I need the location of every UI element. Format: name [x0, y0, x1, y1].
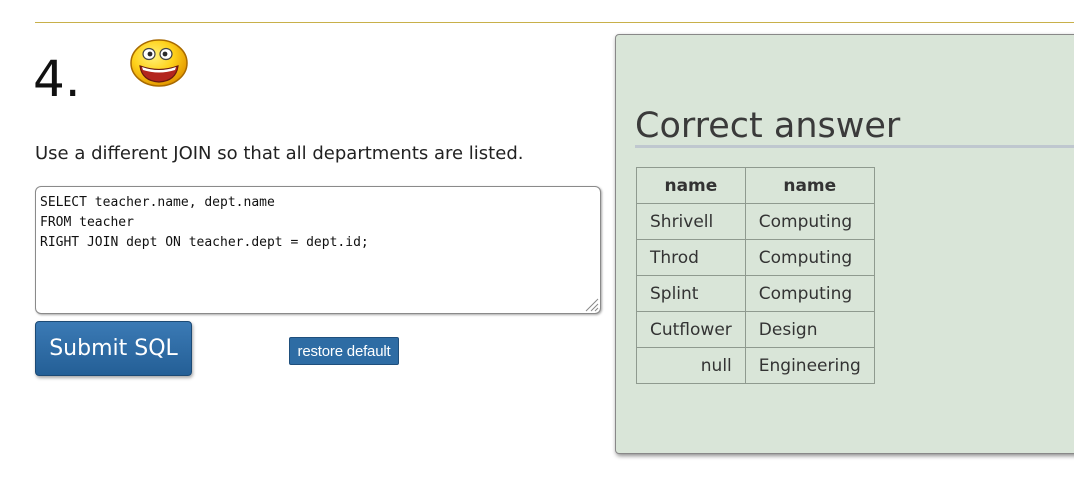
top-divider [35, 22, 1074, 23]
table-cell: Design [744, 311, 875, 348]
table-row: Splint Computing [636, 275, 875, 312]
table-cell: Cutflower [636, 311, 746, 348]
column-header: name [744, 167, 875, 204]
table-cell: Shrivell [636, 203, 746, 240]
table-cell: Computing [744, 239, 875, 276]
table-header-row: name name [636, 167, 875, 204]
table-cell: null [636, 347, 746, 384]
resize-grip-icon[interactable] [583, 296, 599, 312]
table-cell: Throd [636, 239, 746, 276]
submit-sql-button[interactable]: Submit SQL [35, 321, 192, 376]
table-row: Cutflower Design [636, 311, 875, 348]
table-cell: Computing [744, 275, 875, 312]
question-text: Use a different JOIN so that all departm… [35, 143, 524, 164]
column-header: name [636, 167, 746, 204]
sql-editor[interactable] [35, 186, 601, 314]
restore-default-button[interactable]: restore default [289, 337, 399, 365]
correct-answer-panel: Correct answer name name Shrivell Comput… [615, 34, 1074, 454]
question-number: 4. [33, 50, 81, 108]
answer-title: Correct answer [635, 106, 901, 146]
answer-title-divider [635, 145, 1074, 148]
page: 4. Use a different JOIN so that all depa… [0, 0, 1074, 500]
table-row: Throd Computing [636, 239, 875, 276]
table-row: Shrivell Computing [636, 203, 875, 240]
table-cell: Engineering [744, 347, 875, 384]
smiley-face-icon [130, 39, 188, 87]
answer-table: name name Shrivell Computing Throd Compu… [636, 167, 875, 384]
table-cell: Computing [744, 203, 875, 240]
table-row: null Engineering [636, 347, 875, 384]
table-cell: Splint [636, 275, 746, 312]
